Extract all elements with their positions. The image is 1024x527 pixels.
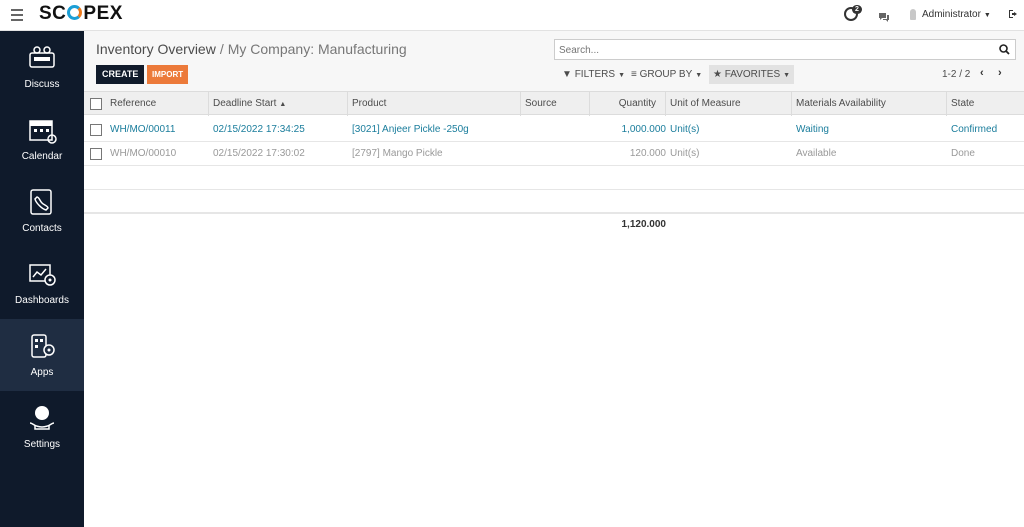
cell-deadline-start: 02/15/2022 17:34:25 xyxy=(213,124,305,135)
calendar-icon xyxy=(29,120,57,144)
pager-next-icon[interactable]: › xyxy=(998,67,1002,79)
sidebar-item-discuss[interactable]: Discuss xyxy=(0,31,84,103)
apps-icon xyxy=(31,334,55,358)
cell-state: Confirmed xyxy=(951,124,998,135)
user-menu[interactable]: Administrator ▼ xyxy=(922,9,991,20)
groupby-dropdown[interactable]: ≡ GROUP BY ▼ xyxy=(627,65,706,84)
sidebar-item-label: Contacts xyxy=(22,223,62,234)
top-navbar: SC PEX 2 Administrator ▼ xyxy=(0,0,1024,31)
breadcrumb: Inventory Overview / My Company: Manufactu… xyxy=(96,41,407,57)
star-icon: ★ xyxy=(713,69,722,80)
select-all-checkbox[interactable] xyxy=(90,98,102,110)
sidebar-item-calendar[interactable]: Calendar xyxy=(0,103,84,175)
empty-row xyxy=(84,166,1024,190)
breadcrumb-separator: / xyxy=(219,41,224,57)
user-avatar-icon[interactable] xyxy=(910,9,916,20)
cell-reference: WH/MO/00010 xyxy=(110,148,177,159)
column-header-state[interactable]: State xyxy=(951,92,974,116)
discuss-icon xyxy=(29,46,55,68)
sidebar-item-label: Discuss xyxy=(24,79,60,90)
column-header-quantity[interactable]: Quantity xyxy=(594,92,656,116)
column-header-deadline-start[interactable]: Deadline Start ▲ xyxy=(213,92,286,116)
pager-value[interactable]: 1-2 / 2 xyxy=(942,69,970,80)
caret-down-icon: ▼ xyxy=(695,72,703,79)
table-row[interactable]: WH/MO/00011 02/15/2022 17:34:25 [3021] A… xyxy=(84,118,1024,142)
sidebar-item-label: Dashboards xyxy=(15,295,69,306)
caret-down-icon: ▼ xyxy=(783,72,791,79)
cell-product: [2797] Mango Pickle xyxy=(352,148,443,159)
cell-quantity: 120.000 xyxy=(629,148,666,159)
total-quantity: 1,120.000 xyxy=(621,219,667,230)
sidebar-item-label: Apps xyxy=(30,367,54,378)
cell-materials-availability: Available xyxy=(796,148,837,159)
cell-state: Done xyxy=(951,148,975,159)
search-input[interactable] xyxy=(555,41,985,60)
breadcrumb-current: My Company: Manufacturing xyxy=(227,41,407,57)
hamburger-menu-icon[interactable] xyxy=(11,9,23,21)
chat-icon[interactable] xyxy=(878,9,890,27)
app-sidebar: Discuss Calendar Contacts Dashboards App… xyxy=(0,31,84,527)
cell-reference: WH/MO/00011 xyxy=(110,124,176,135)
empty-row xyxy=(84,190,1024,214)
groupby-icon: ≡ xyxy=(631,69,637,80)
filters-dropdown[interactable]: ▼ FILTERS ▼ xyxy=(558,65,629,84)
filter-icon: ▼ xyxy=(562,69,572,80)
column-header-source[interactable]: Source xyxy=(525,92,557,116)
cell-product: [3021] Anjeer Pickle -250g xyxy=(352,124,469,135)
settings-icon xyxy=(29,406,55,430)
row-checkbox[interactable] xyxy=(90,148,102,160)
sort-ascending-icon: ▲ xyxy=(279,101,287,108)
favorites-dropdown[interactable]: ★ FAVORITES ▼ xyxy=(709,65,795,84)
control-panel: Inventory Overview / My Company: Manufactu… xyxy=(84,31,1024,91)
column-header-product[interactable]: Product xyxy=(352,92,386,116)
sidebar-item-label: Calendar xyxy=(21,151,63,162)
cell-deadline-start: 02/15/2022 17:30:02 xyxy=(213,148,305,159)
cell-materials-availability: Waiting xyxy=(796,124,829,135)
pager-previous-icon[interactable]: ‹ xyxy=(980,67,984,79)
breadcrumb-parent[interactable]: Inventory Overview xyxy=(96,41,216,57)
table-row[interactable]: WH/MO/00010 02/15/2022 17:30:02 [2797] M… xyxy=(84,142,1024,166)
search-box xyxy=(554,39,1016,60)
sidebar-item-apps[interactable]: Apps xyxy=(0,319,84,391)
table-footer-row: 1,120.000 xyxy=(84,212,1024,236)
cell-unit-of-measure: Unit(s) xyxy=(670,124,700,135)
cell-unit-of-measure: Unit(s) xyxy=(670,148,700,159)
search-icon[interactable] xyxy=(999,44,1010,55)
logout-icon[interactable] xyxy=(1008,9,1018,22)
caret-down-icon: ▼ xyxy=(983,12,991,19)
contacts-icon xyxy=(30,189,52,215)
sidebar-item-contacts[interactable]: Contacts xyxy=(0,175,84,247)
activity-count-badge: 2 xyxy=(852,5,862,14)
cell-quantity: 1,000.000 xyxy=(621,124,667,135)
row-checkbox[interactable] xyxy=(90,124,102,136)
column-header-reference[interactable]: Reference xyxy=(110,92,156,116)
dashboards-icon xyxy=(29,264,56,286)
caret-down-icon: ▼ xyxy=(618,72,626,79)
scopex-logo[interactable]: SC PEX xyxy=(39,3,123,25)
column-header-materials-availability[interactable]: Materials Availability xyxy=(796,92,886,116)
import-button[interactable]: IMPORT xyxy=(147,65,189,84)
create-button[interactable]: CREATE xyxy=(96,65,145,84)
column-header-unit-of-measure[interactable]: Unit of Measure xyxy=(670,92,741,116)
sidebar-item-settings[interactable]: Settings xyxy=(0,391,84,463)
sidebar-item-dashboards[interactable]: Dashboards xyxy=(0,247,84,319)
table-header-row: Reference Deadline Start ▲ Product Source… xyxy=(84,91,1024,116)
sidebar-item-label: Settings xyxy=(23,439,61,450)
